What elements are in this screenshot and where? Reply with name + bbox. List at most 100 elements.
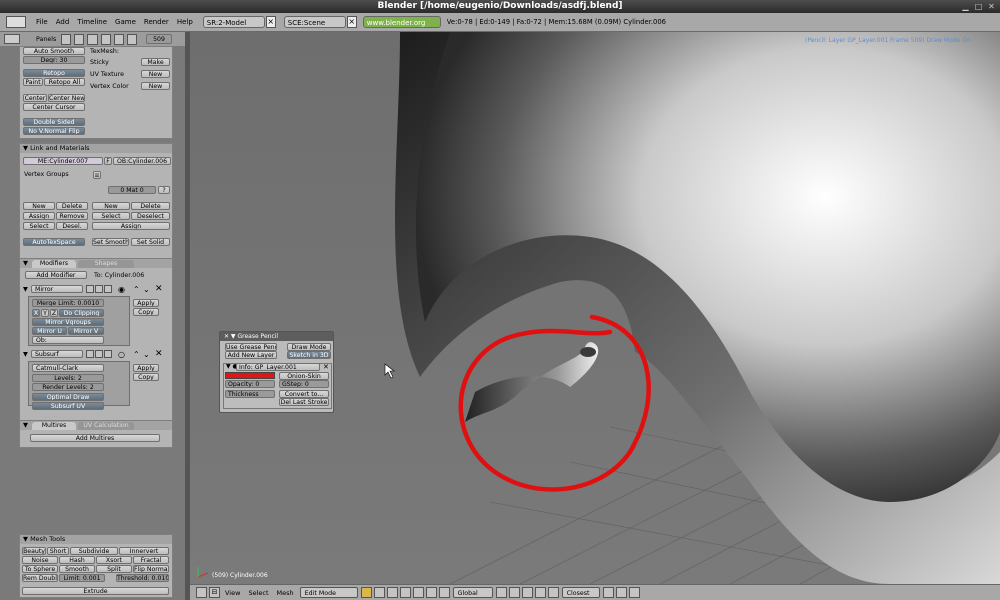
render-preview-icon[interactable] bbox=[615, 587, 627, 598]
center-button[interactable]: Center bbox=[23, 94, 47, 102]
subsurf-uv-toggle[interactable]: Subsurf UV bbox=[32, 402, 104, 410]
autotexspace-button[interactable]: AutoTexSpace bbox=[23, 238, 85, 246]
opacity-slider[interactable]: Opacity: 0 bbox=[225, 380, 275, 388]
editor-type-icon[interactable] bbox=[196, 587, 207, 598]
vgroup-delete-button[interactable]: Delete bbox=[56, 202, 88, 210]
smooth-button[interactable]: Smooth bbox=[59, 565, 95, 573]
fake-user-button[interactable]: F bbox=[104, 157, 112, 165]
sticky-make-button[interactable]: Make bbox=[141, 58, 170, 66]
mirror-apply-button[interactable]: Apply bbox=[133, 299, 159, 307]
use-grease-pencil-toggle[interactable]: Use Grease Pencil bbox=[225, 343, 277, 351]
manipulator-toggle-icon[interactable] bbox=[399, 587, 411, 598]
add-modifier-button[interactable]: Add Modifier bbox=[25, 271, 87, 279]
vgroup-new-button[interactable]: New bbox=[23, 202, 55, 210]
tab-modifiers[interactable]: Modifiers bbox=[32, 260, 76, 268]
vertex-select-icon[interactable] bbox=[495, 587, 507, 598]
material-select-button[interactable]: Select bbox=[92, 212, 130, 220]
material-new-button[interactable]: New bbox=[92, 202, 130, 210]
mode-selector[interactable]: Edit Mode bbox=[299, 587, 358, 598]
3d-viewport[interactable]: (Pencil: Layer GP_Layer.001 Frame 509) D… bbox=[190, 32, 1000, 584]
mesh-datablock-field[interactable]: ME:Cylinder.007 bbox=[23, 157, 103, 165]
cage-icon[interactable]: ◉ bbox=[118, 285, 125, 294]
set-solid-button[interactable]: Set Solid bbox=[131, 238, 170, 246]
panels-menu[interactable]: Panels bbox=[36, 36, 56, 43]
material-index-field[interactable]: 0 Mat 0 bbox=[108, 186, 156, 194]
vgroup-deselect-button[interactable]: Desel. bbox=[56, 222, 88, 230]
xsort-button[interactable]: Xsort bbox=[96, 556, 132, 564]
scene-delete-icon[interactable]: × bbox=[346, 16, 357, 28]
short-toggle[interactable]: Short bbox=[47, 547, 69, 555]
fractal-button[interactable]: Fractal bbox=[133, 556, 169, 564]
mesh-tools-header[interactable]: ▼ Mesh Tools bbox=[20, 535, 172, 544]
realtime-toggle-icon[interactable] bbox=[95, 350, 103, 358]
noise-button[interactable]: Noise bbox=[22, 556, 58, 564]
center-new-button[interactable]: Center New bbox=[48, 94, 85, 102]
move-down-icon[interactable]: ⌄ bbox=[143, 350, 150, 359]
mirror-name-field[interactable]: Mirror bbox=[31, 285, 83, 293]
vertex-group-menu-icon[interactable]: ≡ bbox=[93, 171, 101, 179]
remove-modifier-icon[interactable]: ✕ bbox=[155, 284, 163, 294]
blender-web-link[interactable]: www.blender.org 249.2 bbox=[362, 16, 441, 39]
render-toggle-icon[interactable] bbox=[86, 285, 94, 293]
close-icon[interactable]: ✕ bbox=[987, 2, 996, 11]
set-smooth-button[interactable]: Set Smooth bbox=[92, 238, 129, 246]
mirror-object-field[interactable]: Ob: bbox=[32, 336, 104, 344]
edge-select-icon[interactable] bbox=[508, 587, 520, 598]
vgroup-assign-button[interactable]: Assign bbox=[23, 212, 55, 220]
gstep-field[interactable]: GStep: 0 bbox=[279, 380, 329, 388]
window-type-icon[interactable] bbox=[4, 34, 20, 44]
material-assign-button[interactable]: Assign bbox=[92, 222, 170, 230]
onion-skin-toggle[interactable]: Onion-Skin bbox=[279, 372, 329, 380]
editing-icon[interactable] bbox=[113, 34, 124, 45]
paint-button[interactable]: Paint bbox=[23, 78, 43, 86]
axis-z-toggle[interactable]: Z bbox=[50, 309, 58, 317]
menu-help[interactable]: Help bbox=[173, 18, 197, 26]
screen-selector[interactable]: SR:2-Model bbox=[202, 16, 265, 28]
render-levels-field[interactable]: Render Levels: 2 bbox=[32, 383, 104, 391]
delete-last-stroke-button[interactable]: Del Last Stroke bbox=[279, 398, 329, 406]
logic-icon[interactable] bbox=[61, 34, 72, 45]
scene-selector[interactable]: SCE:Scene bbox=[283, 16, 346, 28]
collapse-icon[interactable]: ▼ bbox=[23, 351, 28, 358]
menu-add[interactable]: Add bbox=[52, 18, 74, 26]
extrude-button[interactable]: Extrude bbox=[22, 587, 169, 595]
retopo-all-button[interactable]: Retopo All bbox=[44, 78, 85, 86]
editmode-toggle-icon[interactable] bbox=[104, 350, 112, 358]
no-vnormal-flip-button[interactable]: No V.Normal Flip bbox=[23, 127, 85, 135]
layer-lock-icon[interactable] bbox=[386, 587, 398, 598]
grease-pencil-header[interactable]: ✕ ▼ Grease Pencil bbox=[220, 332, 333, 341]
collapse-icon[interactable]: ▼ bbox=[23, 286, 28, 293]
snap-icon[interactable] bbox=[547, 587, 559, 598]
mirror-v-toggle[interactable]: Mirror V bbox=[68, 327, 104, 335]
vertex-color-new-button[interactable]: New bbox=[141, 82, 170, 90]
threshold-field[interactable]: Threshold: 0.010 bbox=[116, 574, 169, 582]
subsurf-copy-button[interactable]: Copy bbox=[133, 373, 159, 381]
tab-multires[interactable]: Multires bbox=[32, 422, 76, 430]
mirror-u-toggle[interactable]: Mirror U bbox=[32, 327, 67, 335]
draw-mode-toggle[interactable]: Draw Mode bbox=[287, 343, 331, 351]
remove-doubles-button[interactable]: Rem Doubl bbox=[22, 574, 58, 582]
menu-collapse-icon[interactable]: ⊟ bbox=[209, 587, 220, 598]
menu-file[interactable]: File bbox=[32, 18, 52, 26]
axis-y-toggle[interactable]: Y bbox=[41, 309, 49, 317]
limit-field[interactable]: Limit: 0.001 bbox=[59, 574, 105, 582]
object-icon[interactable] bbox=[100, 34, 111, 45]
menu-select[interactable]: Select bbox=[244, 589, 272, 597]
beauty-toggle[interactable]: Beauty bbox=[22, 547, 46, 555]
split-button[interactable]: Split bbox=[96, 565, 132, 573]
collapse-icon[interactable]: ▼ bbox=[23, 259, 28, 267]
face-select-icon[interactable] bbox=[521, 587, 533, 598]
tab-uv-calculation[interactable]: UV Calculation bbox=[78, 422, 134, 430]
innervert-button[interactable]: Innervert bbox=[119, 547, 169, 555]
translate-icon[interactable] bbox=[412, 587, 424, 598]
vgroup-select-button[interactable]: Select bbox=[23, 222, 55, 230]
object-name-field[interactable]: OB:Cylinder.006 bbox=[113, 157, 171, 165]
tab-shapes[interactable]: Shapes bbox=[78, 260, 134, 268]
add-multires-button[interactable]: Add Multires bbox=[30, 434, 160, 442]
material-deselect-button[interactable]: Deselect bbox=[131, 212, 170, 220]
proportional-edit-icon[interactable] bbox=[534, 587, 546, 598]
flip-normal-button[interactable]: Flip Normal bbox=[133, 565, 169, 573]
remove-modifier-icon[interactable]: ✕ bbox=[155, 349, 163, 359]
move-up-icon[interactable]: ⌃ bbox=[133, 350, 140, 359]
auto-smooth-button[interactable]: Auto Smooth bbox=[23, 47, 85, 55]
